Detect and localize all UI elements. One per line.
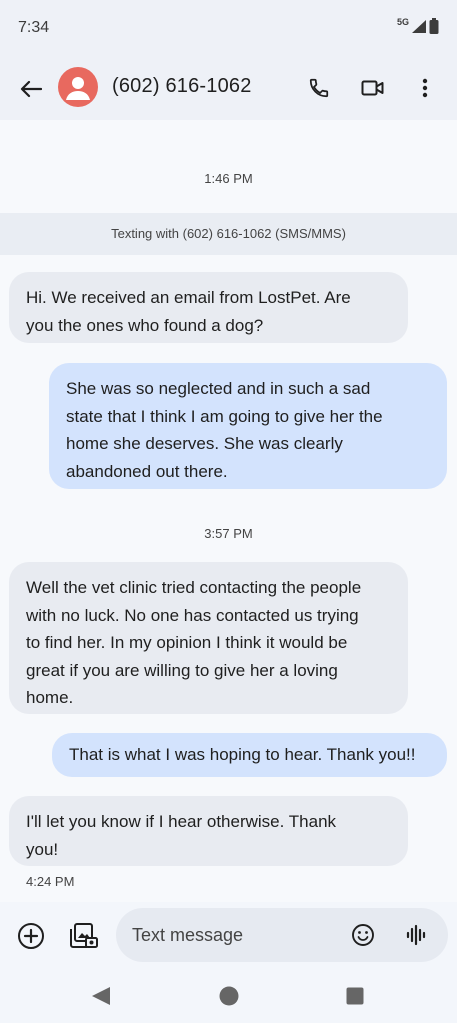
- system-nav-bar: [0, 968, 457, 1023]
- message-bubble-outgoing[interactable]: That is what I was hoping to hear. Thank…: [52, 733, 447, 777]
- conversation-header: (602) 616-1062: [0, 56, 457, 120]
- message-input[interactable]: [132, 908, 342, 962]
- message-line: I'll let you know if I hear otherwise. T…: [26, 812, 337, 831]
- message-line: Hi. We received an email from LostPet. A…: [26, 288, 351, 307]
- status-bar: 7:34 5G: [0, 0, 457, 56]
- status-time: 7:34: [18, 19, 50, 36]
- sms-info-banner: Texting with (602) 616-1062 (SMS/MMS): [0, 213, 457, 255]
- gallery-button[interactable]: [66, 919, 102, 953]
- emoji-button[interactable]: [350, 922, 376, 948]
- avatar[interactable]: [58, 67, 98, 107]
- more-vert-icon: [422, 78, 428, 98]
- message-line: abandoned out there.: [66, 461, 228, 481]
- message-line: with no luck. No one has contacted us tr…: [26, 605, 359, 625]
- message-line: great if you are willing to give her a l…: [26, 660, 338, 680]
- message-bubble-incoming[interactable]: Hi. We received an email from LostPet. A…: [9, 272, 408, 343]
- back-button[interactable]: [14, 74, 48, 104]
- add-icon: [18, 923, 44, 949]
- message-line: That is what I was hoping to hear. Thank…: [69, 745, 416, 764]
- message-line: to find her. In my opinion I think it wo…: [26, 633, 348, 652]
- call-button[interactable]: [304, 73, 334, 103]
- message-bubble-incoming[interactable]: I'll let you know if I hear otherwise. T…: [9, 796, 408, 866]
- message-line: state that I think I am going to give he…: [66, 406, 383, 426]
- message-line: Well the vet clinic tried contacting the…: [26, 578, 362, 597]
- message-line: you the ones who found a dog?: [26, 315, 264, 335]
- back-arrow-icon: [20, 80, 42, 98]
- video-call-icon: [361, 80, 384, 96]
- message-field[interactable]: [116, 908, 448, 962]
- message-bubble-incoming[interactable]: Well the vet clinic tried contacting the…: [9, 562, 408, 714]
- message-line: you!: [26, 839, 59, 859]
- phone-icon: [309, 78, 329, 98]
- network-type: 5G: [396, 17, 409, 27]
- emoji-icon: [352, 924, 374, 946]
- compose-bar: [0, 902, 457, 968]
- timestamp: 3:57 PM: [204, 526, 253, 541]
- timestamp: 1:46 PM: [204, 171, 253, 186]
- nav-home-icon[interactable]: [219, 986, 239, 1006]
- voice-icon: [406, 924, 426, 946]
- message-bubble-outgoing[interactable]: She was so neglected and in such a sad s…: [49, 363, 447, 489]
- message-list[interactable]: 1:46 PM Texting with (602) 616-1062 (SMS…: [0, 120, 457, 910]
- contact-name[interactable]: (602) 616-1062: [112, 75, 252, 98]
- video-call-button[interactable]: [358, 73, 388, 103]
- person-icon: [66, 77, 90, 100]
- status-icons: 5G: [396, 17, 439, 34]
- add-attachment-button[interactable]: [14, 919, 48, 953]
- message-time: 4:24 PM: [26, 874, 75, 889]
- voice-message-button[interactable]: [404, 922, 430, 948]
- nav-recents-icon[interactable]: [346, 987, 364, 1005]
- nav-back-icon[interactable]: [90, 986, 112, 1006]
- message-line: She was so neglected and in such a sad: [66, 379, 371, 398]
- signal-icon: [412, 19, 426, 33]
- battery-icon: [429, 18, 439, 34]
- gallery-icon: [70, 923, 98, 948]
- message-line: home.: [26, 688, 74, 707]
- message-line: home she deserves. She was clearly: [66, 434, 343, 453]
- more-options-button[interactable]: [412, 73, 438, 103]
